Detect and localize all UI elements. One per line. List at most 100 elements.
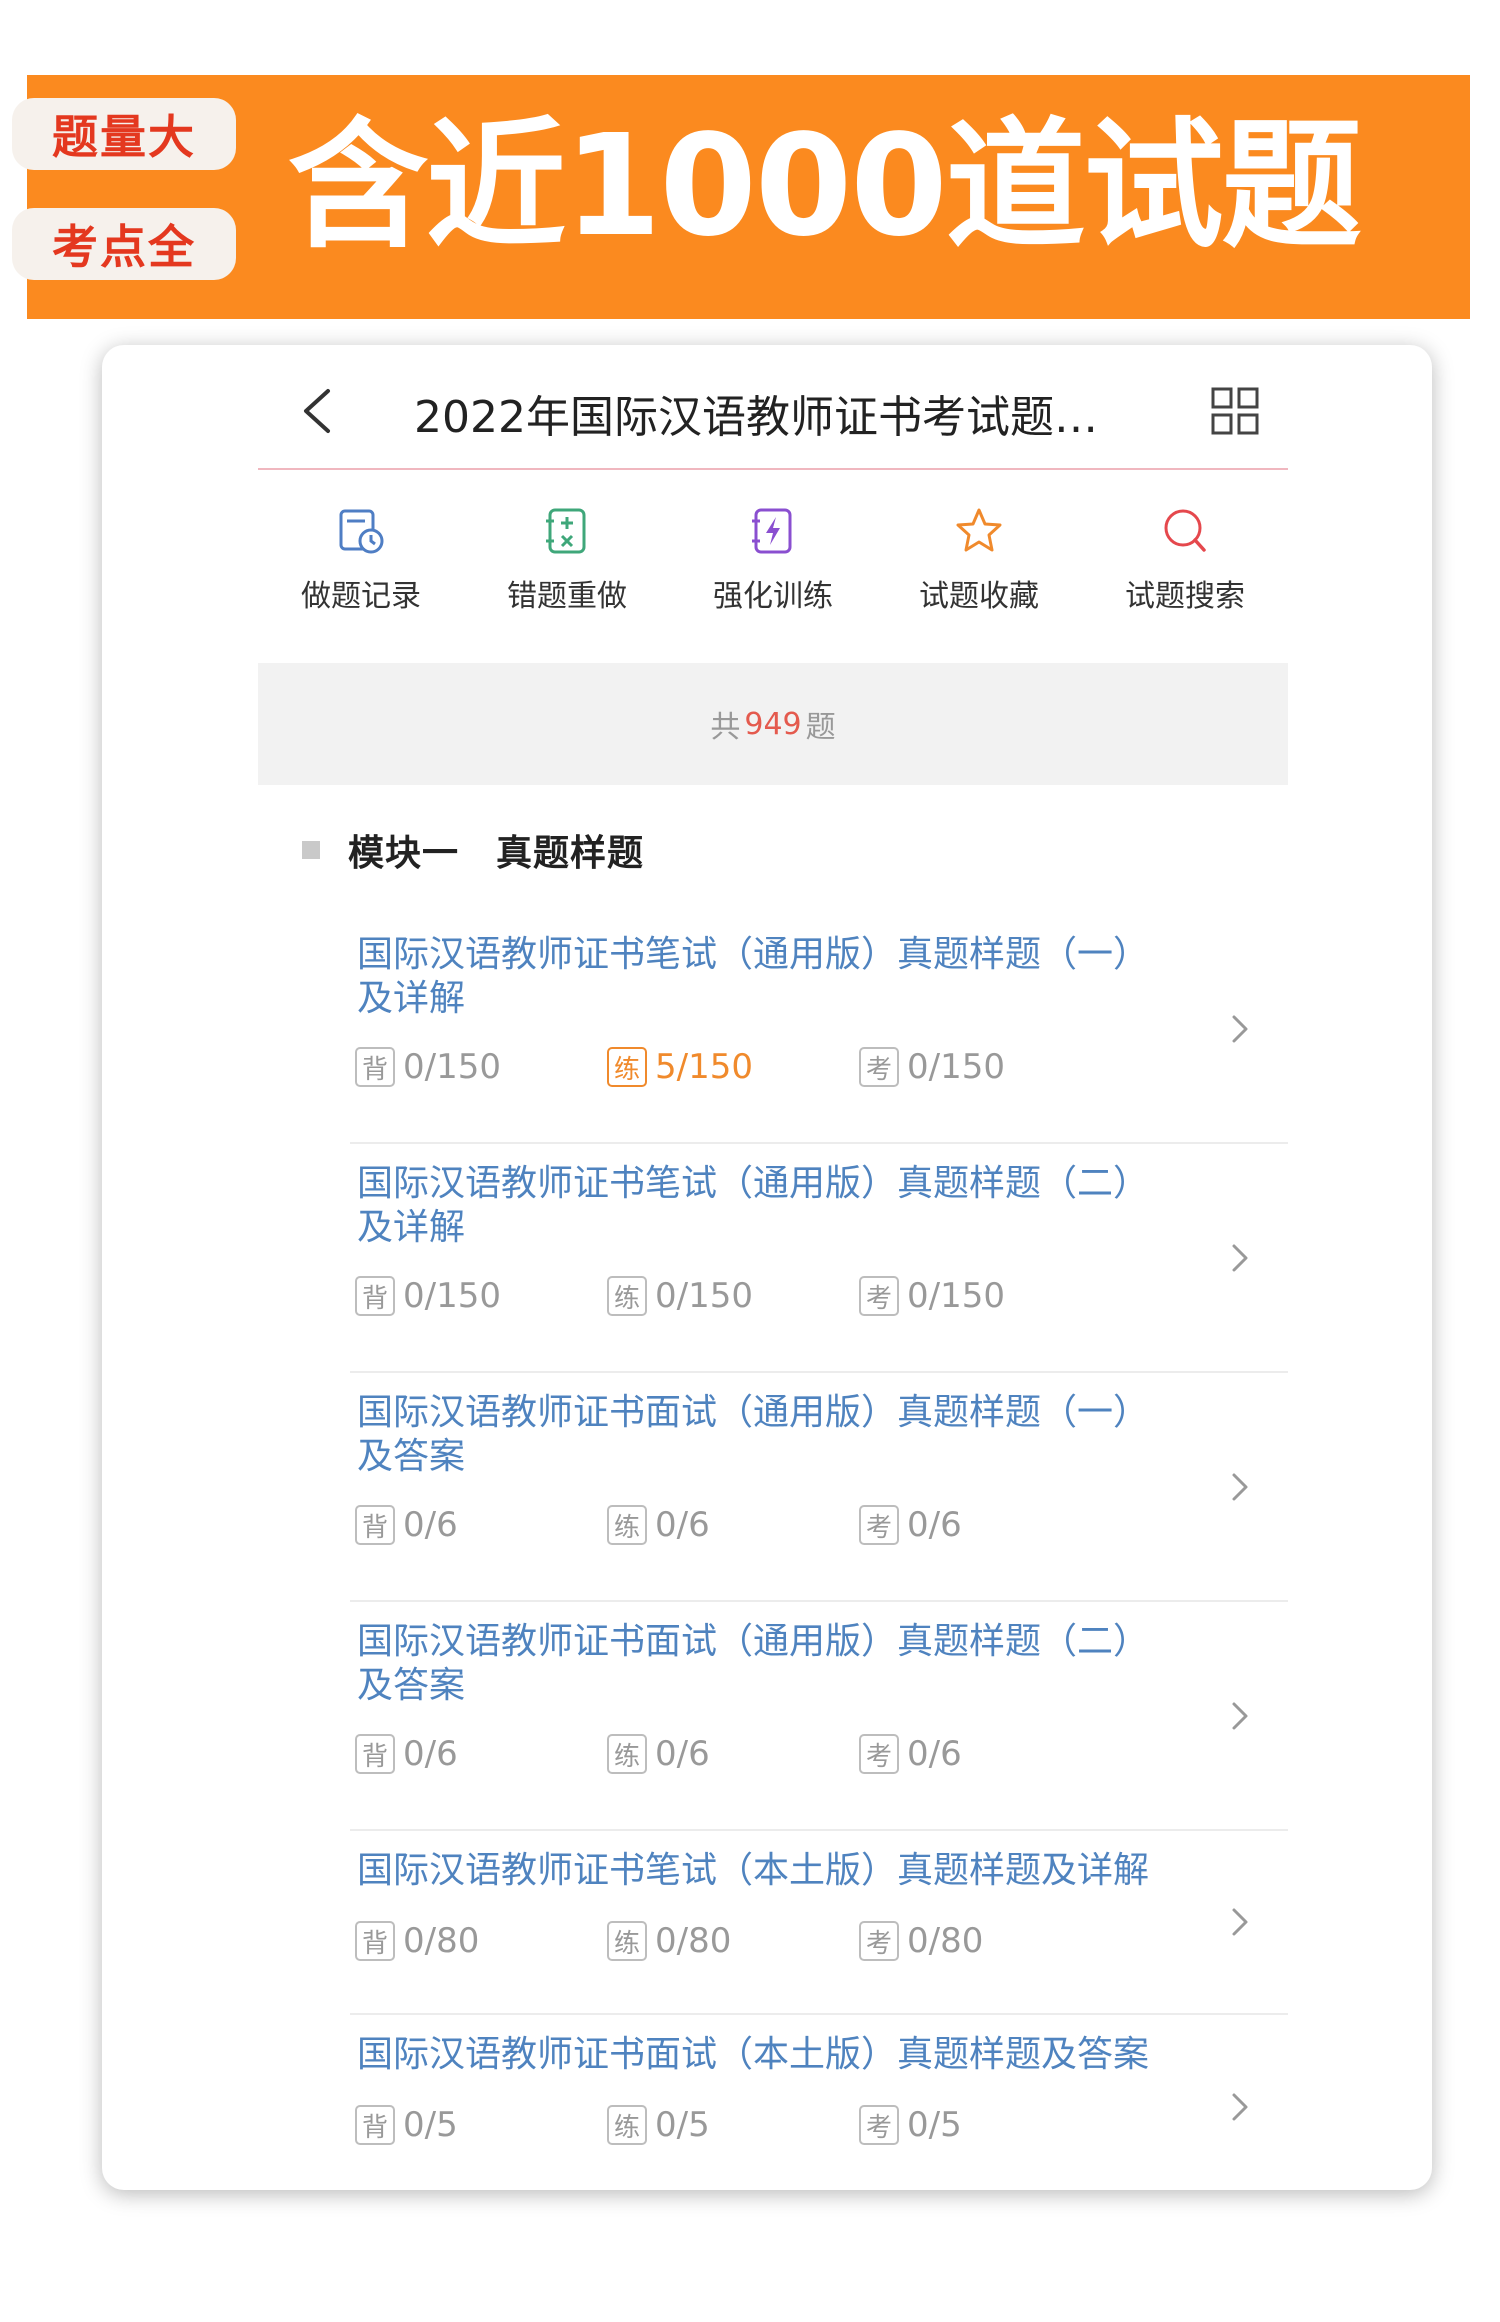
item-stats: 背 0/6 练 0/6 考 0/6 [355, 1734, 1111, 1774]
stat-recite: 背 0/150 [355, 1047, 607, 1087]
practice-value: 0/150 [655, 1276, 753, 1316]
exam-badge: 考 [859, 1734, 899, 1774]
item-title[interactable]: 国际汉语教师证书笔试（通用版）真题样题（一）及详解 [357, 933, 1177, 1021]
recite-badge: 背 [355, 1276, 395, 1316]
tool-search[interactable]: 试题搜索 [1082, 505, 1288, 625]
tool-history[interactable]: 做题记录 [258, 505, 464, 625]
count-suffix: 题 [805, 710, 836, 745]
item-stats: 背 0/150 练 5/150 考 0/150 [355, 1047, 1111, 1087]
practice-value: 0/6 [655, 1734, 710, 1774]
stat-practice: 练 0/80 [607, 1921, 859, 1961]
lightning-icon [752, 508, 792, 554]
practice-badge: 练 [607, 1276, 647, 1316]
tool-favorites[interactable]: 试题收藏 [876, 505, 1082, 625]
exam-value: 0/150 [907, 1276, 1005, 1316]
stat-practice: 练 0/6 [607, 1505, 859, 1545]
list-item[interactable]: 国际汉语教师证书面试（本土版）真题样题及答案 背 0/5 练 0/5 考 0/5 [350, 2015, 1288, 2190]
stat-exam: 考 0/6 [859, 1505, 1111, 1545]
stat-practice: 练 0/5 [607, 2105, 859, 2145]
chevron-right-icon [1232, 1473, 1248, 1500]
stat-recite: 背 0/6 [355, 1734, 607, 1774]
star-icon [956, 508, 1002, 552]
grid-menu-icon[interactable] [1211, 387, 1259, 435]
item-title[interactable]: 国际汉语教师证书面试（本土版）真题样题及答案 [357, 2033, 1177, 2077]
item-title[interactable]: 国际汉语教师证书笔试（通用版）真题样题（二）及详解 [357, 1162, 1177, 1250]
exam-badge: 考 [859, 2105, 899, 2145]
exam-value: 0/6 [907, 1505, 962, 1545]
item-title[interactable]: 国际汉语教师证书笔试（本土版）真题样题及详解 [357, 1849, 1177, 1893]
recite-badge: 背 [355, 1734, 395, 1774]
recite-badge: 背 [355, 2105, 395, 2145]
practice-badge: 练 [607, 2105, 647, 2145]
recite-value: 0/150 [403, 1276, 501, 1316]
stat-exam: 考 0/150 [859, 1047, 1111, 1087]
list-item[interactable]: 国际汉语教师证书面试（通用版）真题样题（二）及答案 背 0/6 练 0/6 考 0/6 [350, 1602, 1288, 1831]
practice-badge: 练 [607, 1734, 647, 1774]
tool-label: 试题收藏 [919, 579, 1039, 614]
tag-full-coverage: 考点全 [12, 208, 236, 280]
exam-badge: 考 [859, 1276, 899, 1316]
exam-badge: 考 [859, 1921, 899, 1961]
stat-recite: 背 0/6 [355, 1505, 607, 1545]
history-icon [339, 509, 384, 554]
recite-value: 0/80 [403, 1921, 480, 1961]
banner-headline: 含近1000道试题 [288, 105, 1362, 268]
list-item[interactable]: 国际汉语教师证书笔试（本土版）真题样题及详解 背 0/80 练 0/80 考 0/80 [350, 1831, 1288, 2015]
list-item[interactable]: 国际汉语教师证书笔试（通用版）真题样题（一）及详解 背 0/150 练 5/150 … [350, 915, 1288, 1144]
list-item[interactable]: 国际汉语教师证书笔试（通用版）真题样题（二）及详解 背 0/150 练 0/150 … [350, 1144, 1288, 1373]
chevron-right-icon [1232, 1015, 1248, 1042]
exam-value: 0/6 [907, 1734, 962, 1774]
exam-badge: 考 [859, 1505, 899, 1545]
practice-badge: 练 [607, 1921, 647, 1961]
item-title[interactable]: 国际汉语教师证书面试（通用版）真题样题（一）及答案 [357, 1391, 1177, 1479]
recite-value: 0/6 [403, 1734, 458, 1774]
stat-exam: 考 0/6 [859, 1734, 1111, 1774]
page-title: 2022年国际汉语教师证书考试题… [414, 392, 1098, 443]
recite-value: 0/5 [403, 2105, 458, 2145]
stat-recite: 背 0/80 [355, 1921, 607, 1961]
stat-exam: 考 0/150 [859, 1276, 1111, 1316]
stat-recite: 背 0/150 [355, 1276, 607, 1316]
recite-badge: 背 [355, 1921, 395, 1961]
chevron-right-icon [1232, 1244, 1248, 1271]
module-marker [302, 841, 320, 859]
tool-label: 试题搜索 [1125, 579, 1245, 614]
tool-wrong-redo[interactable]: 错题重做 [464, 505, 670, 625]
practice-value: 0/80 [655, 1921, 732, 1961]
search-icon [1164, 509, 1206, 552]
tool-label: 强化训练 [713, 579, 833, 614]
chevron-right-icon [1232, 1908, 1248, 1936]
exam-badge: 考 [859, 1047, 899, 1087]
item-title[interactable]: 国际汉语教师证书面试（通用版）真题样题（二）及答案 [357, 1620, 1177, 1708]
count-total: 949 [744, 706, 802, 742]
recite-badge: 背 [355, 1505, 395, 1545]
list-item[interactable]: 国际汉语教师证书面试（通用版）真题样题（一）及答案 背 0/6 练 0/6 考 0/6 [350, 1373, 1288, 1602]
recite-badge: 背 [355, 1047, 395, 1087]
item-stats: 背 0/6 练 0/6 考 0/6 [355, 1505, 1111, 1545]
recite-value: 0/6 [403, 1505, 458, 1545]
exam-list: 国际汉语教师证书笔试（通用版）真题样题（一）及详解 背 0/150 练 5/150 … [350, 915, 1288, 2190]
item-stats: 背 0/5 练 0/5 考 0/5 [355, 2105, 1111, 2145]
chevron-right-icon [1232, 1702, 1248, 1729]
exam-value: 0/80 [907, 1921, 984, 1961]
practice-badge: 练 [607, 1047, 647, 1087]
stat-practice: 练 0/150 [607, 1276, 859, 1316]
exam-value: 0/5 [907, 2105, 962, 2145]
stat-exam: 考 0/5 [859, 2105, 1111, 2145]
practice-value: 0/5 [655, 2105, 710, 2145]
module-header: 模块一 真题样题 [302, 820, 644, 880]
stat-recite: 背 0/5 [355, 2105, 607, 2145]
count-prefix: 共 [710, 710, 741, 745]
item-stats: 背 0/150 练 0/150 考 0/150 [355, 1276, 1111, 1316]
tool-intensive-training[interactable]: 强化训练 [670, 505, 876, 625]
practice-value: 5/150 [655, 1047, 753, 1087]
practice-value: 0/6 [655, 1505, 710, 1545]
stat-practice: 练 5/150 [607, 1047, 859, 1087]
back-icon[interactable] [298, 387, 338, 435]
tag-large-volume: 题量大 [12, 98, 236, 170]
tool-label: 错题重做 [507, 579, 627, 614]
wrong-question-icon [546, 508, 586, 554]
practice-badge: 练 [607, 1505, 647, 1545]
item-stats: 背 0/80 练 0/80 考 0/80 [355, 1921, 1111, 1961]
stat-exam: 考 0/80 [859, 1921, 1111, 1961]
